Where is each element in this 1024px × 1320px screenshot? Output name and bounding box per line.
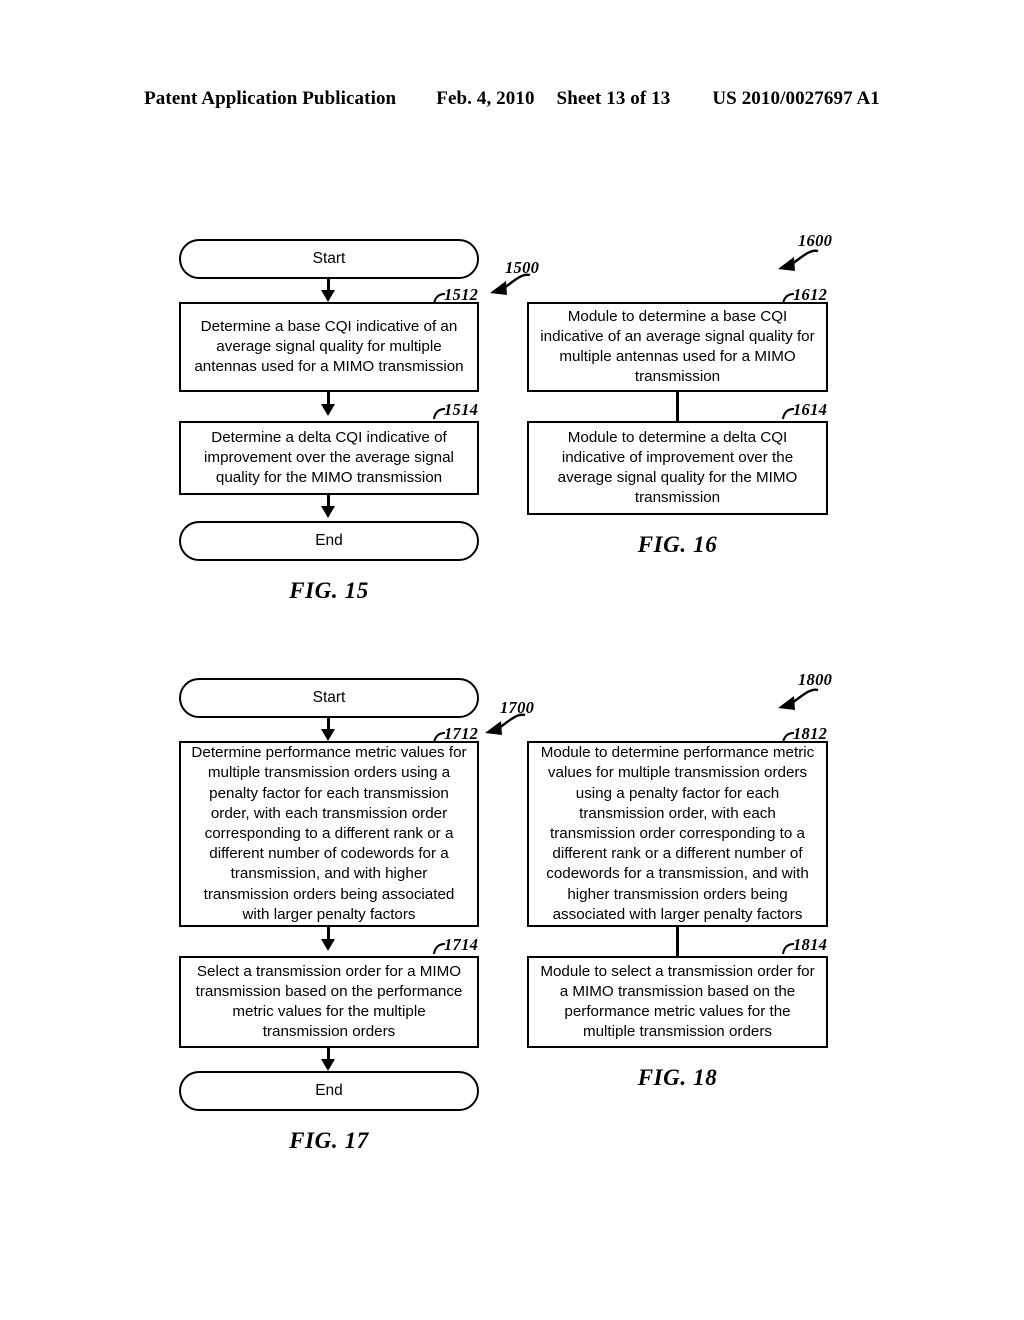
fig17-ref-1714: 1714	[444, 935, 479, 954]
fig15-start-label: Start	[312, 249, 346, 267]
fig15-step-1512: Determine a base CQI indicative of an av…	[179, 302, 479, 392]
fig17-end-terminal: End	[179, 1071, 479, 1111]
fig16-connector-1612-to-1614	[676, 392, 679, 421]
fig17-start-label: Start	[312, 688, 346, 706]
fig18-caption: FIG. 18	[637, 1065, 718, 1090]
fig15-step-1512-label: Determine a base CQI indicative of an av…	[194, 317, 464, 376]
fig17-arrowhead-2	[321, 939, 335, 951]
fig18-module-1812: Module to determine performance metric v…	[527, 741, 828, 927]
fig15-end-label: End	[315, 531, 343, 549]
fig15-ref-1514: 1514	[444, 400, 479, 419]
fig15-flow-ref-arrow	[490, 273, 531, 295]
fig15-arrowhead-2	[321, 404, 335, 416]
fig17-step-1712: Determine performance metric values for …	[179, 741, 479, 927]
fig18-connector-1812-to-1814	[676, 927, 679, 956]
fig16-caption: FIG. 16	[637, 532, 718, 557]
fig17-flow-ref-arrow	[485, 713, 526, 735]
fig16-module-1614-label: Module to determine a delta CQI indicati…	[557, 428, 798, 507]
fig18-module-1814: Module to select a transmission order fo…	[527, 956, 828, 1048]
fig16-ref-1614: 1614	[793, 400, 828, 419]
fig17-step-1712-label: Determine performance metric values for …	[191, 744, 467, 923]
fig18-module-1814-label: Module to select a transmission order fo…	[540, 962, 815, 1041]
fig16-module-1614: Module to determine a delta CQI indicati…	[527, 421, 828, 515]
fig15-arrowhead-3	[321, 506, 335, 518]
fig16-module-1612-label: Module to determine a base CQI indicativ…	[540, 307, 815, 386]
fig15-caption: FIG. 15	[289, 578, 369, 603]
fig16-module-1612: Module to determine a base CQI indicativ…	[527, 302, 828, 392]
fig17-step-1714-label: Select a transmission order for a MIMO t…	[195, 962, 463, 1041]
fig15-end-terminal: End	[179, 521, 479, 561]
fig17-arrowhead-3	[321, 1059, 335, 1071]
fig15-step-1514: Determine a delta CQI indicative of impr…	[179, 421, 479, 495]
fig17-start-terminal: Start	[179, 678, 479, 718]
fig18-flow-ref-arrow	[778, 688, 819, 710]
fig18-ref-1814: 1814	[793, 935, 828, 954]
fig18-module-1812-label: Module to determine performance metric v…	[540, 744, 815, 923]
figure-drawing-area: Start 1512 Determine a base CQI indicati…	[0, 0, 1024, 1320]
fig17-end-label: End	[315, 1081, 343, 1099]
fig15-arrowhead-1	[321, 290, 335, 302]
fig17-caption: FIG. 17	[289, 1128, 369, 1153]
fig15-step-1514-label: Determine a delta CQI indicative of impr…	[204, 428, 454, 487]
fig17-arrowhead-1	[321, 729, 335, 741]
fig16-flow-ref-arrow	[778, 249, 819, 271]
fig15-start-terminal: Start	[179, 239, 479, 279]
fig17-step-1714: Select a transmission order for a MIMO t…	[179, 956, 479, 1048]
